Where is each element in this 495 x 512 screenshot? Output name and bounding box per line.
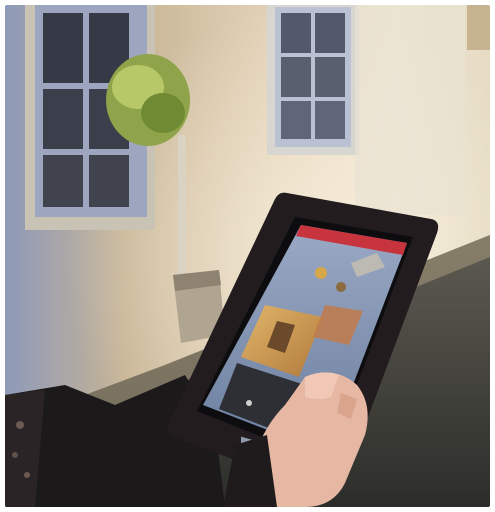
photo [5,5,490,507]
photo-scene [5,5,490,507]
